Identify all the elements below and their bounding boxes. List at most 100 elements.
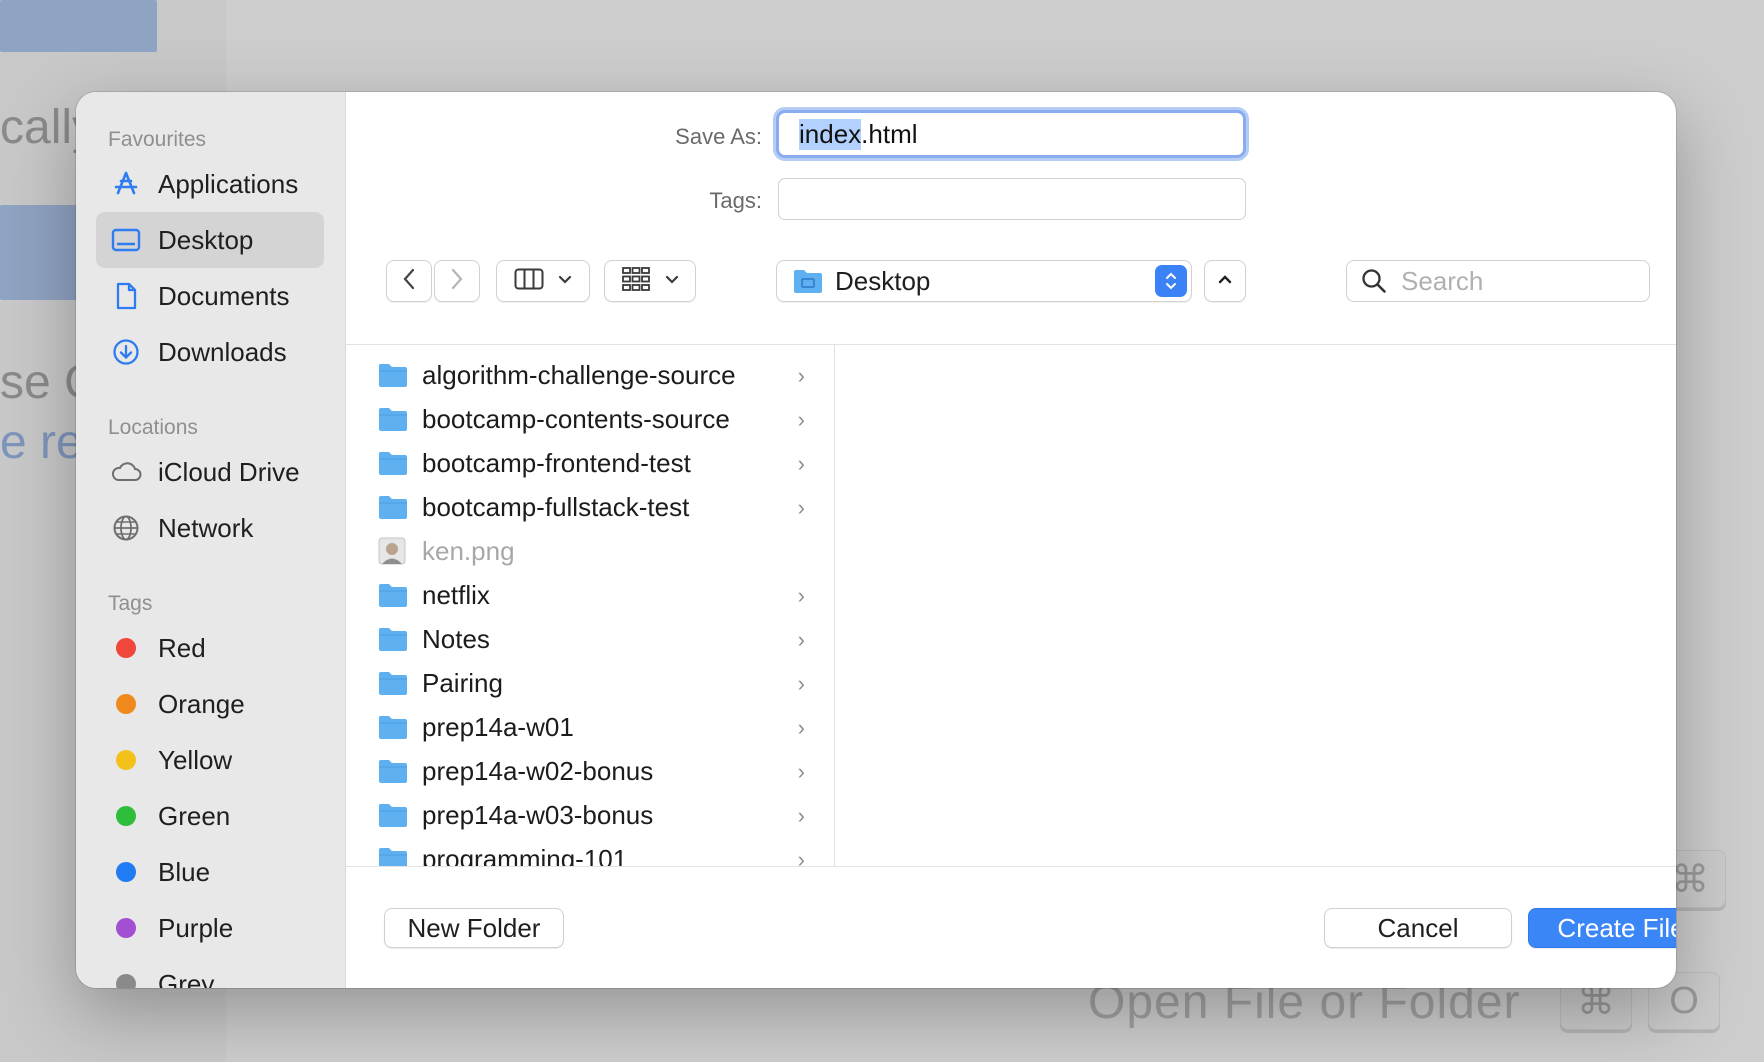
sidebar-item-network[interactable]: Network: [96, 500, 324, 556]
back-button[interactable]: [386, 260, 432, 302]
list-item[interactable]: prep14a-w03-bonus ›: [346, 793, 834, 837]
list-item-name: programming-101: [422, 843, 628, 867]
sidebar-tag-blue[interactable]: Blue: [96, 844, 324, 900]
list-item-name: prep14a-w01: [422, 711, 574, 742]
cancel-button[interactable]: Cancel: [1324, 908, 1512, 948]
sidebar-item-label: Green: [158, 800, 231, 831]
search-icon: [1361, 268, 1387, 294]
divider: [346, 866, 1676, 867]
list-item[interactable]: bootcamp-fullstack-test ›: [346, 485, 834, 529]
list-item[interactable]: prep14a-w02-bonus ›: [346, 749, 834, 793]
sidebar-tag-orange[interactable]: Orange: [96, 676, 324, 732]
desktop-folder-icon: [793, 268, 823, 294]
sidebar-tag-red[interactable]: Red: [96, 620, 324, 676]
section-title-favourites: Favourites: [108, 128, 207, 151]
chevron-right-icon: ›: [797, 583, 805, 608]
chevron-right-icon: ›: [797, 407, 805, 432]
sidebar-item-downloads[interactable]: Downloads: [96, 324, 324, 380]
list-item[interactable]: prep14a-w01 ›: [346, 705, 834, 749]
list-item-name: bootcamp-contents-source: [422, 403, 730, 434]
location-popup[interactable]: Desktop: [776, 260, 1192, 302]
chevron-down-icon: [665, 272, 679, 290]
collapse-button[interactable]: [1204, 260, 1246, 302]
list-item-name: ken.png: [422, 535, 515, 566]
list-item[interactable]: ken.png: [346, 529, 834, 573]
list-item[interactable]: Notes ›: [346, 617, 834, 661]
list-item[interactable]: Pairing ›: [346, 661, 834, 705]
sidebar-item-label: Yellow: [158, 744, 233, 775]
new-folder-button[interactable]: New Folder: [384, 908, 564, 948]
chevron-right-icon: ›: [797, 759, 805, 784]
chevron-right-icon: ›: [797, 495, 805, 520]
list-item-name: prep14a-w03-bonus: [422, 799, 654, 830]
section-title-locations: Locations: [108, 416, 198, 439]
tag-color-dot: [116, 694, 136, 714]
list-item-name: netflix: [422, 579, 490, 610]
sidebar-item-label: Blue: [158, 856, 211, 887]
globe-icon: [110, 512, 142, 544]
sidebar-tag-green[interactable]: Green: [96, 788, 324, 844]
grid-view-icon: [621, 266, 651, 297]
sidebar-item-desktop[interactable]: Desktop: [96, 212, 324, 268]
list-item-name: bootcamp-frontend-test: [422, 447, 691, 478]
group-view-button[interactable]: [604, 260, 696, 302]
sidebar-tag-yellow[interactable]: Yellow: [96, 732, 324, 788]
sidebar-item-label: Grey: [158, 968, 215, 989]
search-input[interactable]: [1401, 265, 1631, 297]
chevron-up-icon: [1217, 272, 1233, 290]
folder-icon: [378, 846, 408, 866]
sidebar-tag-grey[interactable]: Grey: [96, 956, 324, 988]
folder-icon: [378, 406, 408, 432]
chevron-right-icon: ›: [797, 451, 805, 476]
list-item[interactable]: algorithm-challenge-source ›: [346, 353, 834, 397]
chevron-right-icon: ›: [797, 627, 805, 652]
location-name: Desktop: [835, 265, 931, 296]
sidebar-item-label: Red: [158, 632, 206, 663]
folder-icon: [378, 450, 408, 476]
tag-color-dot: [116, 862, 136, 882]
search-field[interactable]: [1346, 260, 1650, 302]
tag-color-dot: [116, 918, 136, 938]
list-item-name: Pairing: [422, 667, 503, 698]
tag-color-dot: [116, 638, 136, 658]
list-item[interactable]: programming-101 ›: [346, 837, 834, 867]
save-dialog: Favourites Applications Desktop Document…: [76, 92, 1676, 988]
sidebar-item-label: Documents: [158, 280, 290, 311]
sidebar-tag-purple[interactable]: Purple: [96, 900, 324, 956]
sidebar-item-documents[interactable]: Documents: [96, 268, 324, 324]
list-item-name: bootcamp-fullstack-test: [422, 491, 690, 522]
document-icon: [110, 280, 142, 312]
sidebar-item-label: Network: [158, 512, 254, 543]
sidebar-item-label: Downloads: [158, 336, 287, 367]
filename-input[interactable]: index .html: [776, 110, 1246, 158]
list-item[interactable]: netflix ›: [346, 573, 834, 617]
list-item[interactable]: bootcamp-frontend-test ›: [346, 441, 834, 485]
chevron-right-icon: ›: [797, 803, 805, 828]
folder-icon: [378, 758, 408, 784]
view-mode-button[interactable]: [496, 260, 590, 302]
filename-selected-text: index: [799, 118, 862, 150]
folder-icon: [378, 626, 408, 652]
cloud-icon: [110, 456, 142, 488]
folder-icon: [378, 362, 408, 388]
folder-icon: [378, 714, 408, 740]
sidebar-item-icloud-drive[interactable]: iCloud Drive: [96, 444, 324, 500]
sidebar-item-label: Purple: [158, 912, 234, 943]
column-view-icon: [514, 268, 544, 295]
background-button: [0, 0, 157, 52]
create-file-button[interactable]: Create File: [1528, 908, 1676, 948]
folder-icon: [378, 802, 408, 828]
sidebar-item-applications[interactable]: Applications: [96, 156, 324, 212]
forward-chevron-icon: [450, 268, 464, 295]
file-browser-column: algorithm-challenge-source › bootcamp-co…: [346, 345, 835, 866]
sidebar-item-label: Desktop: [158, 224, 254, 255]
save-as-label: Save As:: [675, 124, 762, 149]
folder-icon: [378, 582, 408, 608]
tags-label: Tags:: [709, 188, 762, 213]
list-item-name: algorithm-challenge-source: [422, 359, 736, 390]
background-button: [0, 205, 80, 300]
sidebar-item-label: Applications: [158, 168, 299, 199]
list-item[interactable]: bootcamp-contents-source ›: [346, 397, 834, 441]
tags-input[interactable]: [778, 178, 1246, 220]
forward-button[interactable]: [434, 260, 480, 302]
